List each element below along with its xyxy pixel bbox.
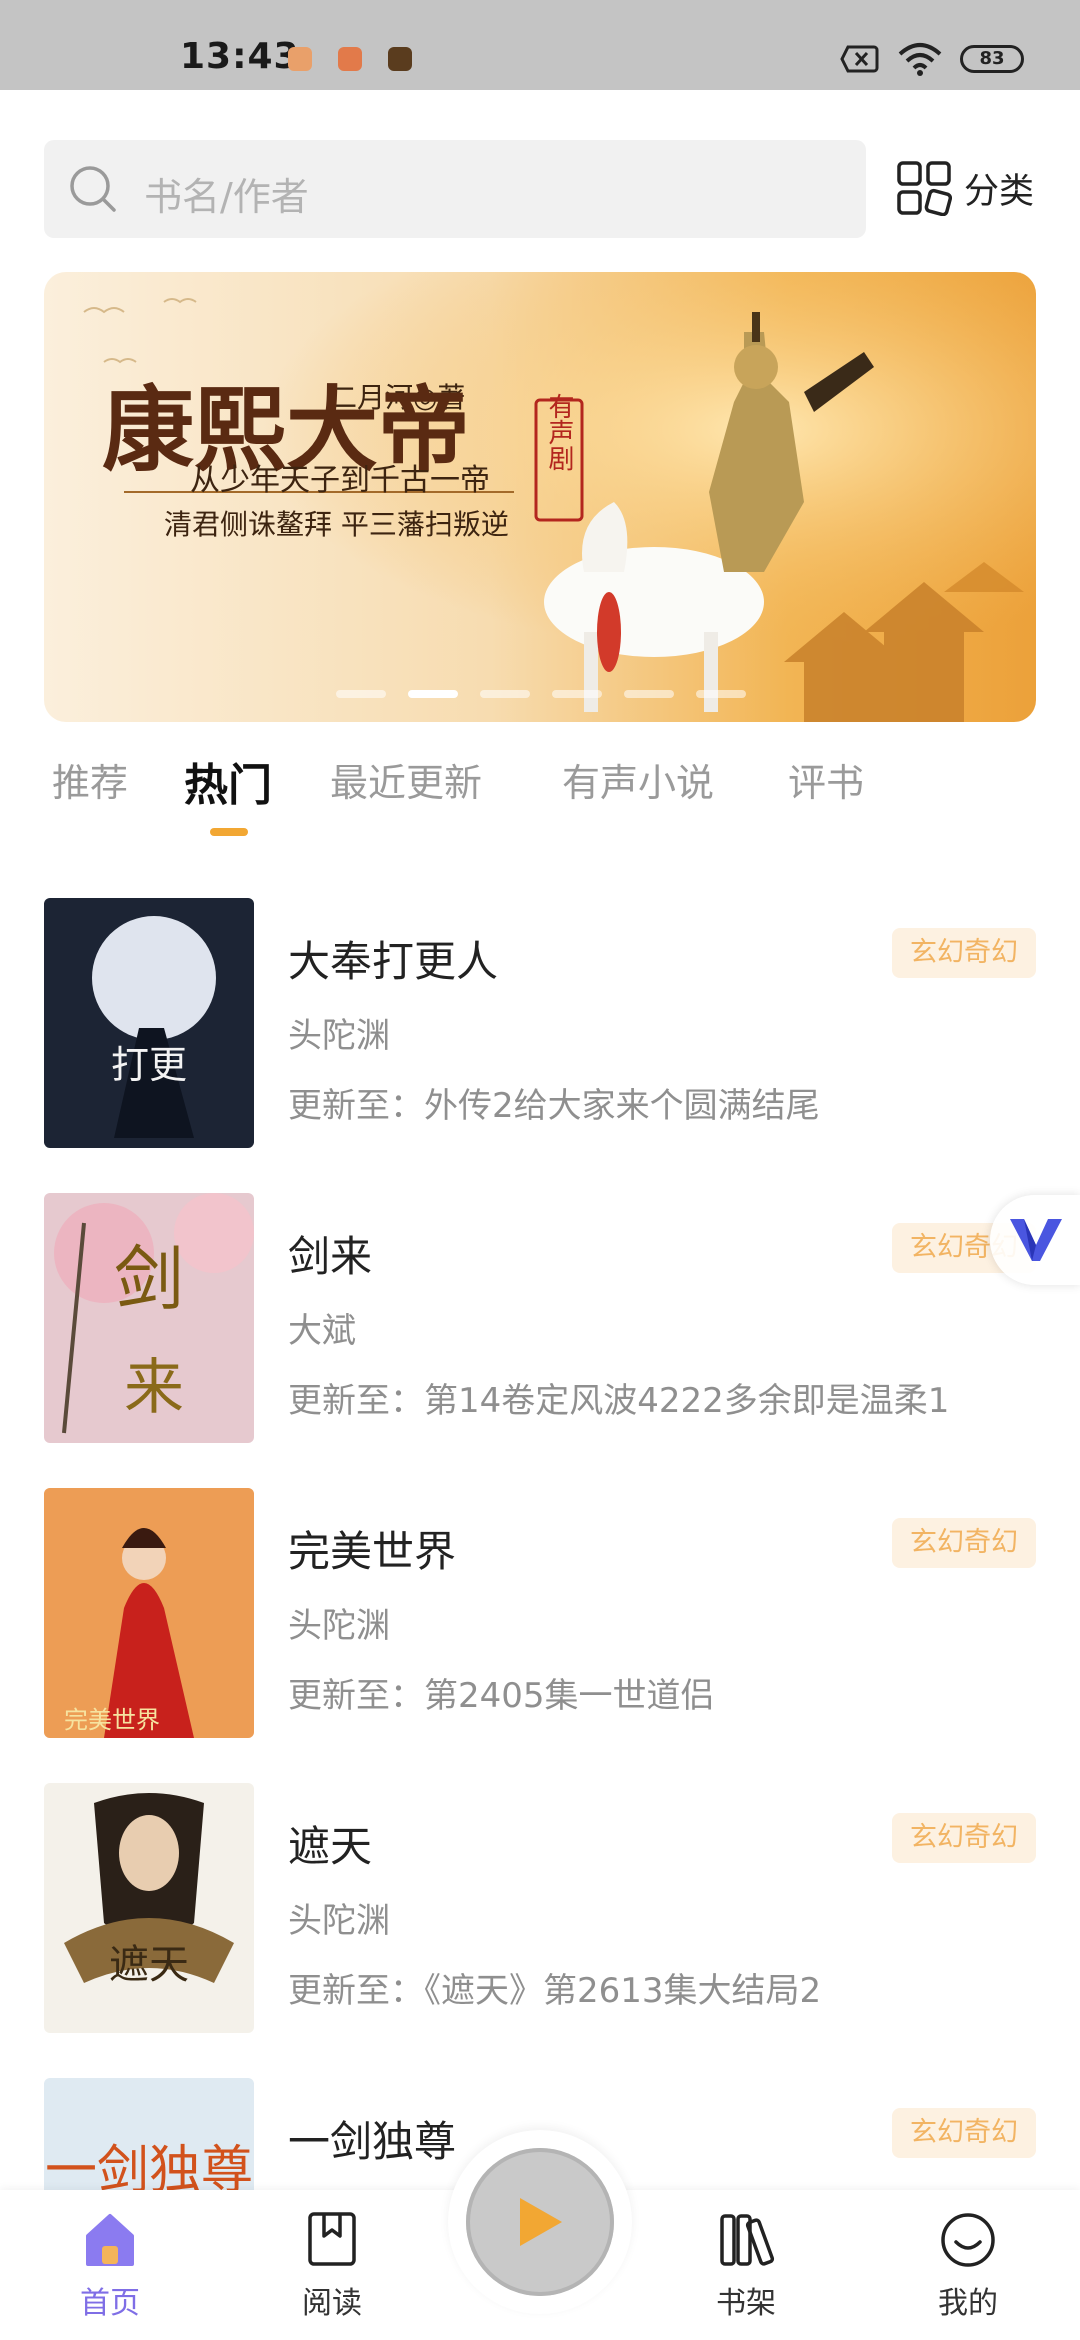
nav-read[interactable]: 阅读: [272, 2210, 392, 2322]
book-cover: 遮天: [44, 1783, 254, 2033]
book-update: 更新至：《遮天》第2613集大结局2: [288, 1971, 822, 2011]
book-cover: 完美世界: [44, 1488, 254, 1738]
genre-tag: 玄幻奇幻: [892, 1518, 1036, 1568]
notification-app-icon: [388, 47, 412, 71]
tab-storytelling[interactable]: 评书: [788, 752, 864, 807]
play-button[interactable]: [466, 2148, 614, 2296]
svg-text:来: 来: [124, 1353, 184, 1423]
book-list-item[interactable]: 遮天 遮天 头陀渊 更新至：《遮天》第2613集大结局2 玄幻奇幻: [44, 1783, 1036, 2033]
nav-profile[interactable]: 我的: [908, 2210, 1028, 2322]
wifi-icon: [898, 43, 942, 76]
genre-tag: 玄幻奇幻: [892, 1813, 1036, 1863]
v-logo-icon: [1010, 1219, 1062, 1261]
banner-pagination: [336, 690, 746, 698]
carousel-dot[interactable]: [480, 690, 530, 698]
banner-artwork: 二月河◎著 康熙大帝 有声剧 从少年天子到千古一帝 清君侧诛鳌拜 平三藩扫叛逆: [44, 272, 1036, 722]
active-tab-indicator: [210, 828, 248, 836]
notification-app-icon: [288, 47, 312, 71]
book-update: 更新至：外传2给大家来个圆满结尾: [288, 1086, 820, 1126]
bookshelf-icon: [720, 2214, 775, 2266]
carousel-dot-active[interactable]: [408, 690, 458, 698]
svg-text:遮天: 遮天: [109, 1942, 189, 1988]
carousel-dot[interactable]: [624, 690, 674, 698]
book-title: 大奉打更人: [288, 937, 499, 986]
book-title: 一剑独尊: [288, 2117, 457, 2166]
category-label: 分类: [964, 171, 1035, 212]
status-time: 13:43: [180, 36, 300, 77]
genre-tag: 玄幻奇幻: [892, 2108, 1036, 2158]
book-cover: 打更: [44, 898, 254, 1148]
svg-text:剑: 剑: [114, 1238, 184, 1320]
notification-app-icon: [338, 47, 362, 71]
nav-home[interactable]: 首页: [50, 2210, 170, 2322]
nav-bookshelf[interactable]: 书架: [686, 2210, 806, 2322]
search-input[interactable]: 书名/作者: [44, 140, 866, 238]
play-icon: [520, 2198, 562, 2246]
svg-text:完美世界: 完美世界: [64, 1706, 160, 1734]
book-author: 头陀渊: [288, 1901, 390, 1941]
home-icon: [86, 2214, 134, 2266]
book-title: 遮天: [288, 1822, 373, 1871]
banner-subtitle1: 从少年天子到千古一帝: [190, 463, 490, 498]
carousel-dot[interactable]: [552, 690, 602, 698]
banner-badge: 有声剧: [544, 393, 574, 471]
no-sim-icon: [840, 45, 879, 73]
book-update: 更新至：第2405集一世道侣: [288, 1676, 715, 1716]
profile-icon: [941, 2213, 995, 2267]
book-author: 大斌: [288, 1311, 356, 1351]
banner-carousel[interactable]: 二月河◎著 康熙大帝 有声剧 从少年天子到千古一帝 清君侧诛鳌拜 平三藩扫叛逆: [44, 272, 1036, 722]
battery-indicator: 83: [960, 45, 1024, 73]
tab-audio-novels[interactable]: 有声小说: [562, 752, 714, 807]
book-list-item[interactable]: 剑 来 剑来 大斌 更新至：第14卷定风波4222多余即是温柔1 玄幻奇幻: [44, 1193, 1036, 1443]
status-icons: 83: [840, 42, 1024, 76]
carousel-dot[interactable]: [336, 690, 386, 698]
tab-recommend[interactable]: 推荐: [52, 752, 128, 807]
book-list-item[interactable]: 打更 大奉打更人 头陀渊 更新至：外传2给大家来个圆满结尾 玄幻奇幻: [44, 898, 1036, 1148]
book-icon: [308, 2212, 356, 2266]
nav-home-label: 首页: [80, 2286, 140, 2321]
book-author: 头陀渊: [288, 1016, 390, 1056]
book-cover: 剑 来: [44, 1193, 254, 1443]
status-bar: 13:43 83: [0, 0, 1080, 90]
category-tabs: 推荐 热门 最近更新 有声小说 评书: [52, 752, 1052, 842]
nav-profile-label: 我的: [938, 2286, 998, 2321]
tab-hot[interactable]: 热门: [184, 749, 272, 813]
book-title: 剑来: [288, 1232, 373, 1281]
category-button[interactable]: 分类: [896, 158, 1046, 218]
book-update: 更新至：第14卷定风波4222多余即是温柔1: [288, 1381, 950, 1421]
search-icon: [70, 166, 116, 212]
book-list-item[interactable]: 完美世界 完美世界 头陀渊 更新至：第2405集一世道侣 玄幻奇幻: [44, 1488, 1036, 1738]
category-grid-icon: [897, 161, 952, 216]
nav-bookshelf-label: 书架: [716, 2286, 776, 2321]
player-button-wrapper: [448, 2130, 632, 2314]
search-placeholder: 书名/作者: [144, 175, 309, 219]
book-title: 完美世界: [288, 1527, 457, 1576]
floating-assistant-button[interactable]: [990, 1195, 1080, 1285]
genre-tag: 玄幻奇幻: [892, 928, 1036, 978]
book-author: 头陀渊: [288, 1606, 390, 1646]
svg-text:打更: 打更: [111, 1043, 187, 1087]
tab-recent-updates[interactable]: 最近更新: [330, 752, 482, 807]
carousel-dot[interactable]: [696, 690, 746, 698]
banner-subtitle2: 清君侧诛鳌拜 平三藩扫叛逆: [164, 508, 509, 541]
nav-read-label: 阅读: [302, 2286, 362, 2321]
